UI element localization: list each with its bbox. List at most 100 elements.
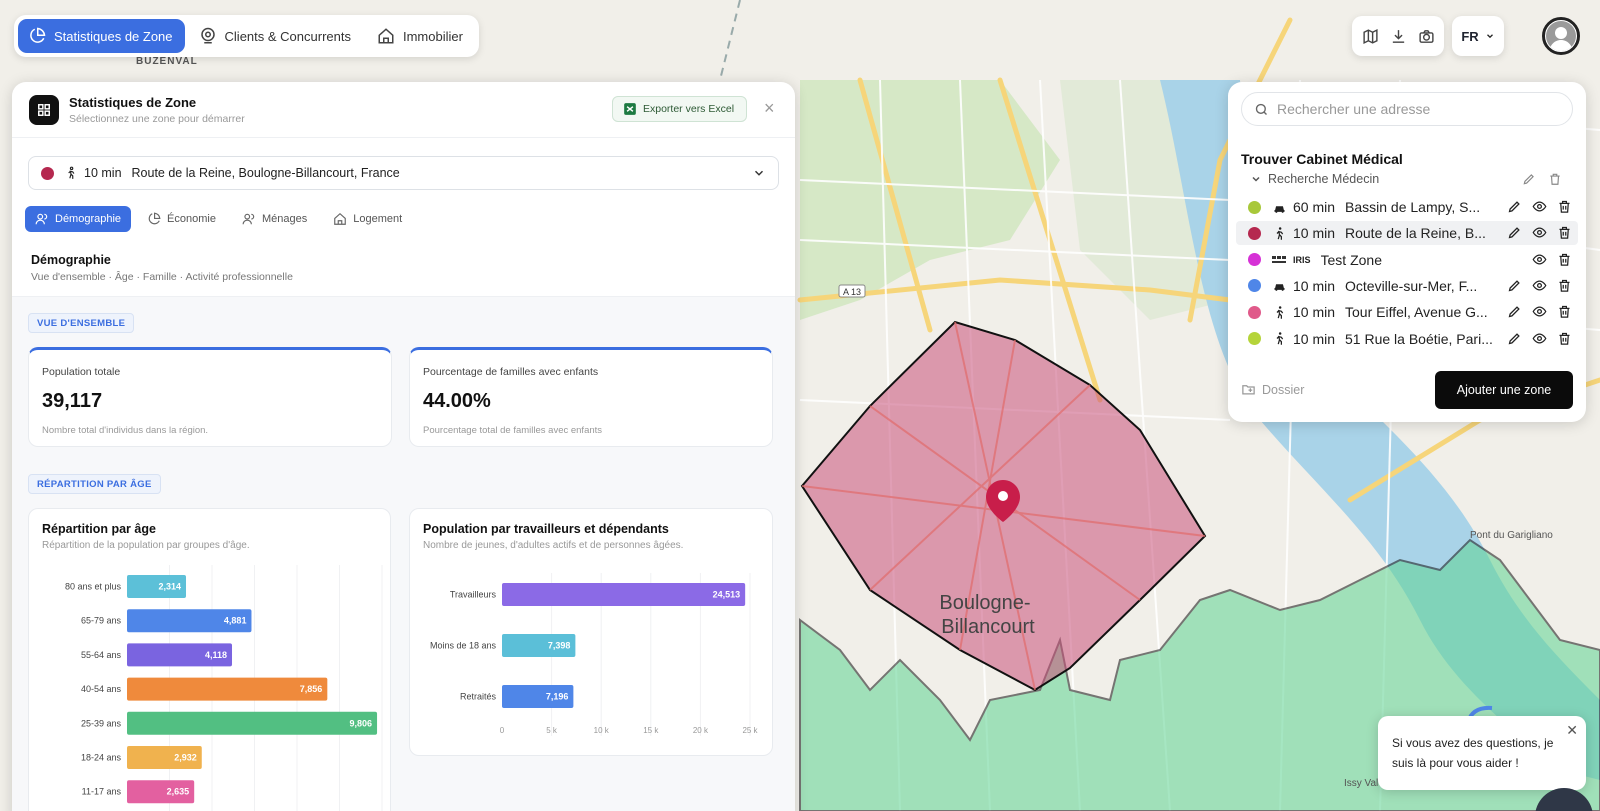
nav-tab-zone-stats[interactable]: Statistiques de Zone bbox=[18, 19, 185, 53]
main-nav: Statistiques de Zone Clients & Concurren… bbox=[14, 15, 479, 57]
data-label: 7,856 bbox=[300, 684, 323, 694]
zone-address: Octeville-sur-Mer, F... bbox=[1345, 277, 1478, 294]
tick-label: Travailleurs bbox=[450, 590, 497, 600]
chevron-down-icon bbox=[1486, 34, 1493, 39]
add-zone-button[interactable]: Ajouter une zone bbox=[1435, 371, 1573, 409]
chevron-down-icon bbox=[1252, 176, 1260, 182]
zone-row[interactable]: 60 min Bassin de Lampy, S... bbox=[1236, 195, 1578, 219]
data-label: 9,806 bbox=[350, 718, 373, 728]
panel-title: Statistiques de Zone bbox=[69, 94, 197, 110]
pencil-icon[interactable] bbox=[1507, 278, 1522, 293]
target-icon bbox=[200, 27, 215, 44]
trash-icon[interactable] bbox=[1557, 199, 1572, 214]
zone-time: 10 min bbox=[84, 166, 122, 180]
dossier-button[interactable]: Dossier bbox=[1241, 382, 1304, 397]
zone-row[interactable]: 10 min Tour Eiffel, Avenue G... bbox=[1236, 300, 1578, 324]
tick-label: 10 k bbox=[594, 726, 610, 735]
pencil-icon[interactable] bbox=[1507, 225, 1522, 240]
data-label: 7,196 bbox=[546, 692, 569, 702]
chat-bubble[interactable]: ✕ Si vous avez des questions, je suis là… bbox=[1378, 716, 1586, 790]
eye-icon[interactable] bbox=[1532, 304, 1547, 319]
zone-actions bbox=[1480, 225, 1572, 240]
pie-chart-icon bbox=[148, 212, 161, 225]
zone-actions bbox=[1480, 199, 1572, 214]
language-select[interactable]: FR bbox=[1452, 16, 1504, 56]
zone-selector[interactable]: 10 min Route de la Reine, Boulogne-Billa… bbox=[28, 156, 779, 190]
zone-address: Test Zone bbox=[1320, 251, 1382, 268]
zones-panel: Trouver Cabinet Médical Recherche Médeci… bbox=[1228, 82, 1586, 422]
map-road-a13: A 13 bbox=[843, 287, 861, 297]
user-icon bbox=[1546, 21, 1576, 51]
eye-icon[interactable] bbox=[1532, 225, 1547, 240]
chevron-down-icon bbox=[754, 170, 764, 176]
zone-time: 10 min bbox=[1293, 277, 1336, 294]
eye-icon[interactable] bbox=[1532, 278, 1547, 293]
subgroup-actions bbox=[1522, 172, 1562, 186]
bar bbox=[127, 711, 378, 735]
zone-color-dot bbox=[1248, 332, 1261, 345]
tab-economie[interactable]: Économie bbox=[137, 206, 226, 232]
eye-icon[interactable] bbox=[1532, 199, 1547, 214]
export-excel-button[interactable]: Exporter vers Excel bbox=[612, 96, 748, 122]
map-icon[interactable] bbox=[1362, 28, 1379, 45]
download-icon[interactable] bbox=[1390, 28, 1407, 45]
map-city-label: Boulogne- bbox=[939, 592, 1030, 614]
zone-actions bbox=[1480, 304, 1572, 319]
pencil-icon[interactable] bbox=[1507, 331, 1522, 346]
car-icon bbox=[1271, 278, 1287, 293]
group-title: Trouver Cabinet Médical bbox=[1241, 151, 1403, 167]
tab-menages[interactable]: Ménages bbox=[232, 206, 317, 232]
subgroup-header[interactable]: Recherche Médecin bbox=[1250, 172, 1379, 186]
eye-icon[interactable] bbox=[1532, 252, 1547, 267]
zone-address: Bassin de Lampy, S... bbox=[1345, 199, 1481, 215]
subgroup-label: Recherche Médecin bbox=[1268, 172, 1380, 186]
section-title: Démographie bbox=[31, 253, 111, 267]
tick-label: 80 ans et plus bbox=[65, 582, 122, 592]
bar bbox=[502, 583, 746, 606]
nav-tab-label: Clients & Concurrents bbox=[224, 28, 351, 44]
nav-tab-real-estate[interactable]: Immobilier bbox=[367, 19, 475, 53]
zone-row[interactable]: 10 min Octeville-sur-Mer, F... bbox=[1236, 274, 1578, 298]
walk-icon bbox=[1271, 331, 1287, 346]
zone-row[interactable]: IRIS Test Zone bbox=[1236, 248, 1578, 272]
map-city-label-2: Billancourt bbox=[941, 616, 1035, 638]
trash-icon[interactable] bbox=[1557, 225, 1572, 240]
close-icon[interactable]: ✕ bbox=[1566, 720, 1578, 740]
tick-label: Moins de 18 ans bbox=[430, 641, 497, 651]
export-label: Exporter vers Excel bbox=[643, 103, 735, 115]
trash-icon[interactable] bbox=[1557, 252, 1572, 267]
zone-row[interactable]: 10 min 51 Rue la Boétie, Pari... bbox=[1236, 327, 1578, 351]
car-icon bbox=[1271, 200, 1287, 215]
pencil-icon[interactable] bbox=[1507, 304, 1522, 319]
zone-stats-panel: Statistiques de Zone Sélectionnez une zo… bbox=[12, 82, 795, 811]
age-chip: RÉPARTITION PAR ÂGE bbox=[28, 474, 161, 494]
folder-add-icon bbox=[1242, 385, 1255, 395]
bar bbox=[127, 677, 328, 701]
trash-icon[interactable] bbox=[1557, 278, 1572, 293]
trash-icon[interactable] bbox=[1557, 304, 1572, 319]
zone-row[interactable]: 10 min Route de la Reine, B... bbox=[1236, 221, 1578, 246]
overview-chip: VUE D'ENSEMBLE bbox=[28, 313, 135, 333]
tab-demographie[interactable]: Démographie bbox=[25, 206, 132, 232]
zone-color-dot bbox=[1248, 279, 1261, 293]
tick-label: 5 k bbox=[546, 726, 558, 735]
tab-logement[interactable]: Logement bbox=[323, 206, 412, 232]
trash-icon[interactable] bbox=[1548, 172, 1562, 186]
camera-icon[interactable] bbox=[1418, 28, 1435, 45]
search-input[interactable] bbox=[1277, 101, 1557, 117]
nav-tab-clients[interactable]: Clients & Concurrents bbox=[189, 19, 363, 53]
walk-icon bbox=[68, 166, 75, 179]
tick-label: 20 k bbox=[693, 726, 709, 735]
pencil-icon[interactable] bbox=[1522, 172, 1536, 186]
user-avatar[interactable] bbox=[1542, 17, 1580, 55]
trash-icon[interactable] bbox=[1557, 331, 1572, 346]
address-search[interactable] bbox=[1241, 92, 1573, 126]
eye-icon[interactable] bbox=[1532, 331, 1547, 346]
tick-label: 40-54 ans bbox=[81, 684, 122, 694]
zone-time: 10 min bbox=[1293, 225, 1336, 242]
tick-label: 11-17 ans bbox=[82, 787, 122, 797]
stats-body: VUE D'ENSEMBLE Population totale 39,117 … bbox=[12, 297, 795, 811]
stat-card-families: Pourcentage de familles avec enfants 44.… bbox=[409, 347, 773, 447]
pencil-icon[interactable] bbox=[1507, 199, 1522, 214]
close-icon[interactable]: × bbox=[764, 98, 775, 119]
